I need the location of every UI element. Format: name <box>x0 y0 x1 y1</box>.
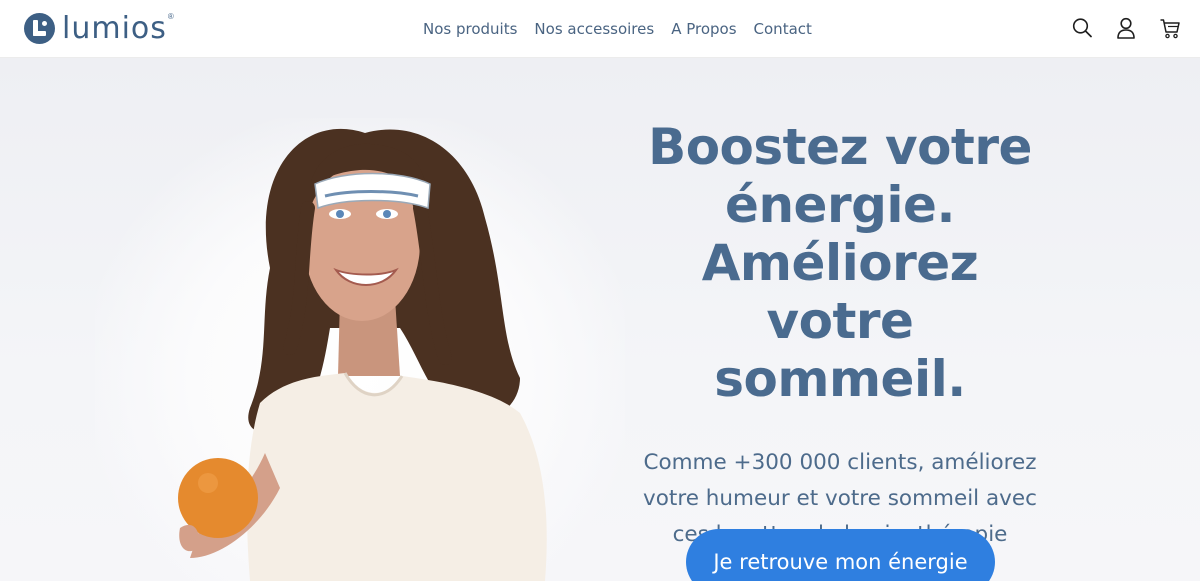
search-icon[interactable] <box>1072 17 1092 39</box>
hero-headline: Boostez votre énergie. Améliorez votre s… <box>620 118 1060 408</box>
hero-section: Boostez votre énergie. Améliorez votre s… <box>0 58 1200 581</box>
subtitle-line: Comme +300 000 clients, améliorez <box>643 450 1037 475</box>
brand-logo[interactable]: lumios ® <box>24 11 174 46</box>
nav-item-products[interactable]: Nos produits <box>423 19 517 39</box>
headline-line: énergie. <box>725 176 955 234</box>
site-header: lumios ® Nos produits Nos accessoires A … <box>0 0 1200 58</box>
headline-line: Boostez votre <box>648 118 1032 176</box>
nav-item-accessories[interactable]: Nos accessoires <box>534 19 654 39</box>
brand-name: lumios <box>62 11 167 46</box>
subtitle-line: votre humeur et votre sommeil avec <box>643 486 1037 511</box>
account-icon[interactable] <box>1116 17 1136 39</box>
headline-line: Améliorez votre <box>701 234 979 350</box>
hero-text-block: Boostez votre énergie. Améliorez votre s… <box>620 118 1060 553</box>
logo-icon <box>24 13 55 44</box>
cart-icon[interactable] <box>1160 17 1180 39</box>
nav-item-about[interactable]: A Propos <box>671 19 736 39</box>
main-nav: Nos produits Nos accessoires A Propos Co… <box>423 19 829 39</box>
header-icons <box>1072 17 1180 39</box>
registered-mark: ® <box>167 12 174 21</box>
headline-line: sommeil. <box>714 350 966 408</box>
cta-button[interactable]: Je retrouve mon énergie <box>686 529 995 581</box>
nav-item-contact[interactable]: Contact <box>754 19 812 39</box>
hero-woman-image <box>178 128 547 581</box>
